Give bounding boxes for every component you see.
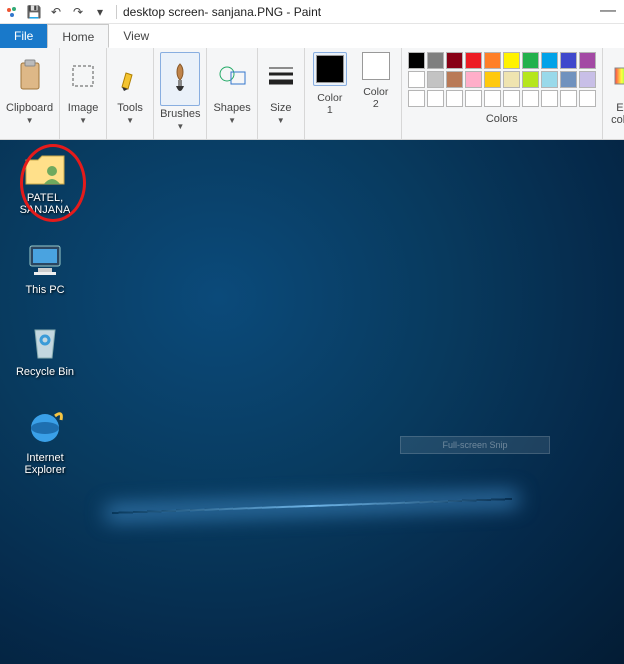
edit-colors-label: Editcolors <box>611 102 624 126</box>
desktop-light-streak <box>112 498 512 514</box>
clipboard-label: Clipboard <box>6 102 53 114</box>
color-swatch[interactable] <box>427 52 444 69</box>
color-swatch[interactable] <box>408 52 425 69</box>
minimize-button[interactable]: — <box>600 2 616 20</box>
tools-label: Tools <box>117 102 143 114</box>
this-pc-label: This PC <box>10 284 80 296</box>
color-swatch[interactable] <box>541 71 558 88</box>
color-swatch[interactable] <box>446 52 463 69</box>
color-swatch[interactable] <box>446 71 463 88</box>
this-pc-icon <box>24 240 66 280</box>
group-shapes[interactable]: Shapes▼ <box>207 48 257 139</box>
color-swatch[interactable] <box>541 52 558 69</box>
color-swatch[interactable] <box>465 90 482 107</box>
color-wheel-icon <box>609 59 624 93</box>
color-swatch[interactable] <box>446 90 463 107</box>
color-swatch[interactable] <box>503 52 520 69</box>
edit-colors-button[interactable]: Editcolors <box>603 48 624 139</box>
ribbon-tabs: File Home View <box>0 24 624 48</box>
group-color-selection: Color1 Color2 <box>305 48 402 139</box>
clipboard-icon <box>13 59 47 93</box>
color2-button[interactable]: Color2 <box>357 52 395 110</box>
redo-button[interactable]: ↷ <box>68 2 88 22</box>
brush-icon <box>163 62 197 96</box>
separator <box>116 5 117 19</box>
ie-label: Internet Explorer <box>10 452 80 476</box>
pencil-icon <box>113 59 147 93</box>
colors-group-label: Colors <box>486 113 518 125</box>
tab-home[interactable]: Home <box>47 24 109 48</box>
color-swatch[interactable] <box>465 71 482 88</box>
size-label: Size <box>270 102 291 114</box>
desktop-icon-recycle-bin[interactable]: Recycle Bin <box>10 322 80 378</box>
size-icon <box>264 59 298 93</box>
group-size[interactable]: Size▼ <box>258 48 305 139</box>
canvas-area[interactable]: PATEL, SANJANA This PC Recycle Bin Inter… <box>0 140 624 664</box>
group-clipboard[interactable]: Clipboard▼ <box>0 48 60 139</box>
save-button[interactable]: 💾 <box>24 2 44 22</box>
color1-label: Color1 <box>317 92 342 116</box>
group-tools[interactable]: Tools▼ <box>107 48 154 139</box>
shapes-label: Shapes <box>213 102 250 114</box>
chevron-down-icon: ▼ <box>26 115 34 127</box>
color-swatch[interactable] <box>522 52 539 69</box>
color-swatch[interactable] <box>408 90 425 107</box>
color-swatch[interactable] <box>408 71 425 88</box>
quick-access-toolbar: 💾 ↶ ↷ ▾ <box>24 2 110 22</box>
chevron-down-icon: ▼ <box>228 115 236 127</box>
chevron-down-icon: ▼ <box>79 115 87 127</box>
brushes-label: Brushes <box>160 108 200 120</box>
ribbon: Clipboard▼ Image▼ Tools▼ Brushes▼ Shapes… <box>0 48 624 140</box>
title-bar: 💾 ↶ ↷ ▾ desktop screen- sanjana.PNG - Pa… <box>0 0 624 24</box>
tab-file[interactable]: File <box>0 24 47 48</box>
color-swatch[interactable] <box>503 90 520 107</box>
color-swatch[interactable] <box>541 90 558 107</box>
color-swatch[interactable] <box>427 90 444 107</box>
user-folder-label: PATEL, SANJANA <box>10 192 80 216</box>
color-swatch[interactable] <box>579 90 596 107</box>
color-swatch[interactable] <box>465 52 482 69</box>
desktop-icon-this-pc[interactable]: This PC <box>10 240 80 296</box>
color-swatch[interactable] <box>560 71 577 88</box>
recycle-bin-label: Recycle Bin <box>10 366 80 378</box>
image-label: Image <box>68 102 99 114</box>
color-swatch[interactable] <box>484 90 501 107</box>
color-swatch[interactable] <box>560 52 577 69</box>
desktop-icon-ie[interactable]: Internet Explorer <box>10 408 80 476</box>
select-icon <box>66 59 100 93</box>
internet-explorer-icon <box>24 408 66 448</box>
color-swatch[interactable] <box>560 90 577 107</box>
color-swatch[interactable] <box>522 90 539 107</box>
window-title: desktop screen- sanjana.PNG - Paint <box>123 5 321 19</box>
snip-toolbar-ghost: Full-screen Snip <box>400 436 550 454</box>
group-colors: Colors <box>402 48 603 139</box>
recycle-bin-icon <box>24 322 66 362</box>
undo-button[interactable]: ↶ <box>46 2 66 22</box>
color-swatch[interactable] <box>522 71 539 88</box>
shapes-icon <box>215 59 249 93</box>
customize-qat-button[interactable]: ▾ <box>90 2 110 22</box>
color-swatch[interactable] <box>579 71 596 88</box>
color-palette[interactable] <box>408 52 596 107</box>
color-swatch[interactable] <box>427 71 444 88</box>
color-swatch[interactable] <box>579 52 596 69</box>
tab-view[interactable]: View <box>109 24 163 48</box>
desktop-icon-user-folder[interactable]: PATEL, SANJANA <box>10 148 80 216</box>
chevron-down-icon: ▼ <box>176 121 184 133</box>
group-image[interactable]: Image▼ <box>60 48 107 139</box>
group-brushes[interactable]: Brushes▼ <box>154 48 207 139</box>
color-swatch[interactable] <box>503 71 520 88</box>
color-swatch[interactable] <box>484 71 501 88</box>
color1-button[interactable]: Color1 <box>311 52 349 116</box>
folder-user-icon <box>24 148 66 188</box>
paint-app-icon <box>4 4 20 20</box>
color-swatch[interactable] <box>484 52 501 69</box>
chevron-down-icon: ▼ <box>126 115 134 127</box>
chevron-down-icon: ▼ <box>277 115 285 127</box>
color2-label: Color2 <box>363 86 388 110</box>
